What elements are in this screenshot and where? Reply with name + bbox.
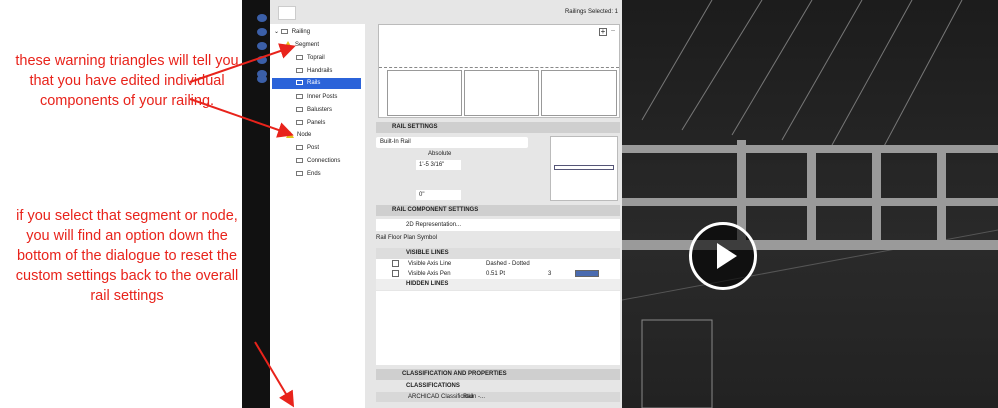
- rail-component-header[interactable]: RAIL COMPONENT SETTINGS: [376, 205, 620, 216]
- tree-item-post[interactable]: Post: [296, 143, 319, 154]
- table-row: Visible Axis Line Dashed - Dotted: [376, 259, 620, 269]
- warning-icon: [286, 130, 294, 138]
- settings-blank-area: [376, 291, 620, 365]
- tree-item-railing[interactable]: ⌄ Railing: [274, 27, 310, 38]
- rail-settings-header[interactable]: RAIL SETTINGS: [376, 122, 620, 133]
- symbol-label: Rail Floor Plan Symbol: [376, 235, 438, 241]
- representation-select[interactable]: 2D Representation...: [376, 219, 620, 231]
- rail-type-select[interactable]: Built-In Rail: [376, 137, 528, 148]
- pen-color-swatch[interactable]: [575, 270, 599, 277]
- rail-offset-input[interactable]: 0": [416, 190, 461, 200]
- visible-lines-header[interactable]: VISIBLE LINES: [376, 248, 620, 259]
- selection-count: Railings Selected: 1: [564, 9, 618, 15]
- annotation-warning-triangles: these warning triangles will tell you th…: [15, 53, 239, 109]
- eye-icon[interactable]: [257, 42, 267, 50]
- eye-icon[interactable]: [257, 56, 267, 64]
- railing-favorites-icon[interactable]: [278, 6, 296, 20]
- eye-icon[interactable]: [257, 28, 267, 36]
- tree-item-connections[interactable]: Connections: [296, 156, 340, 167]
- component-tree: ⌄ Railing Segment Toprail Handrails Rail…: [270, 24, 365, 408]
- row-checkbox[interactable]: [392, 260, 399, 267]
- layer-strip: [242, 0, 270, 408]
- tree-item-segment[interactable]: Segment: [284, 40, 319, 51]
- rail-height-input[interactable]: 1'-5 3/16": [416, 160, 461, 170]
- hidden-lines-header[interactable]: HIDDEN LINES: [376, 279, 620, 290]
- eye-icon[interactable]: [257, 14, 267, 22]
- warning-icon: [284, 40, 292, 48]
- classification-header[interactable]: CLASSIFICATION AND PROPERTIES: [376, 369, 620, 380]
- profile-preview: [550, 136, 618, 201]
- railing-settings-dialog: ⌄ Railing Segment Toprail Handrails Rail…: [270, 0, 622, 408]
- tree-item-toprail[interactable]: Toprail: [296, 53, 325, 64]
- tree-item-balusters[interactable]: Balusters: [296, 105, 332, 116]
- zoom-in-button[interactable]: +: [599, 28, 607, 36]
- tree-item-ends[interactable]: Ends: [296, 169, 321, 180]
- tree-item-node[interactable]: Node: [286, 130, 311, 141]
- row-checkbox[interactable]: [392, 270, 399, 277]
- tree-item-inner-posts[interactable]: Inner Posts: [296, 92, 337, 103]
- table-row: Visible Axis Pen 0.51 Pt 3: [376, 269, 620, 279]
- video-frame: [622, 0, 998, 408]
- zoom-out-button[interactable]: −: [609, 27, 617, 36]
- annotation-reset-option: if you select that segment or node, you …: [15, 208, 239, 304]
- railing-preview: + −: [378, 24, 620, 118]
- play-button[interactable]: [689, 222, 757, 290]
- tree-item-rails[interactable]: Rails: [272, 78, 361, 89]
- tree-item-panels[interactable]: Panels: [296, 118, 325, 129]
- classifications-subheader: CLASSIFICATIONS: [406, 383, 460, 389]
- classification-row[interactable]: ARCHICAD Classification -... Rail: [376, 392, 620, 402]
- eye-icon[interactable]: [257, 75, 267, 83]
- height-mode-select[interactable]: Absolute: [428, 151, 451, 157]
- tree-item-handrails[interactable]: Handrails: [296, 66, 332, 77]
